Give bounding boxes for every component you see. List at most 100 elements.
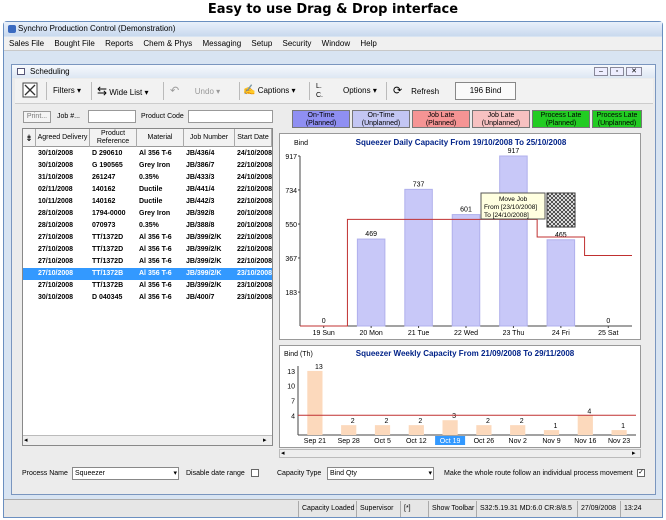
scroll-right-icon[interactable]: ▸	[263, 436, 267, 444]
col-product-reference[interactable]: Product Reference	[90, 129, 137, 147]
table-row[interactable]: 27/10/2008 TT/1372D Al 356 T-6 JB/399/2/K 22…	[23, 256, 272, 268]
disable-date-range-checkbox[interactable]	[251, 469, 259, 477]
close-button[interactable]: ✕	[626, 67, 642, 76]
table-row[interactable]: 28/10/2008 070973 0.35% JB/388/8 20/10/2008	[23, 220, 272, 232]
route-follow-checkbox[interactable]: ✓	[637, 469, 645, 477]
weekly-chart-scrollbar[interactable]: ◂ ▸	[279, 449, 641, 458]
x-tick-label[interactable]: Oct 19	[440, 438, 461, 445]
grid-scrollbar[interactable]: ◂ ▸	[23, 435, 272, 445]
x-tick-label[interactable]: Nov 2	[509, 438, 527, 445]
table-row[interactable]: 30/10/2008 D 040345 Al 356 T-6 JB/400/7 23/1…	[23, 292, 272, 304]
col-agreed-delivery[interactable]: Agreed Delivery	[36, 129, 90, 147]
options-button[interactable]: Options ▾	[343, 79, 377, 103]
refresh-button[interactable]: ⟳ Refresh	[393, 79, 439, 103]
menu-sales-file[interactable]: Sales File	[9, 39, 44, 48]
menu-window[interactable]: Window	[322, 39, 350, 48]
x-tick-label[interactable]: Oct 26	[474, 438, 495, 445]
legend-label: Process Late	[540, 112, 582, 119]
print-button[interactable]: Print...	[23, 111, 51, 123]
x-tick-label: 21 Tue	[408, 330, 430, 337]
x-tick-label[interactable]: Sep 21	[304, 438, 326, 445]
bar[interactable]	[442, 420, 458, 435]
menu-messaging[interactable]: Messaging	[202, 39, 241, 48]
undo-icon: ↶	[170, 85, 180, 97]
menu-security[interactable]: Security	[283, 39, 312, 48]
x-tick-label[interactable]: Nov 16	[574, 438, 596, 445]
minimize-button[interactable]: –	[594, 67, 608, 76]
wide-list-button[interactable]: ⇆ Wide List ▾	[97, 79, 148, 103]
bar[interactable]	[356, 238, 386, 327]
capacity-type-select[interactable]: Bind Qty ▾	[327, 467, 434, 480]
table-cell: Al 356 T-6	[139, 294, 172, 301]
col-start-date[interactable]: Start Date	[235, 129, 272, 147]
bar[interactable]	[404, 188, 433, 327]
menu-help[interactable]: Help	[360, 39, 376, 48]
scroll-left-icon[interactable]: ◂	[281, 449, 285, 457]
restore-button[interactable]: ▫	[610, 67, 624, 76]
table-cell: Ductile	[139, 198, 163, 205]
table-cell: 0.35%	[139, 222, 159, 229]
table-row[interactable]: 02/11/2008 140162 Ductile JB/441/4 22/10/200…	[23, 184, 272, 196]
bar[interactable]	[543, 430, 560, 435]
table-cell: Al 356 T-6	[139, 270, 172, 277]
bar[interactable]	[476, 425, 492, 435]
show-toolbar-button[interactable]: Show Toolbar	[428, 501, 474, 517]
menu-reports[interactable]: Reports	[105, 39, 133, 48]
scroll-left-icon[interactable]: ◂	[24, 436, 28, 444]
table-row[interactable]: 27/10/2008 TT/1372B Al 356 T-6 JB/399/2/K 23…	[23, 280, 272, 292]
legend-sublabel: (Planned)	[305, 120, 337, 127]
filters-button[interactable]: Filters ▾	[53, 79, 81, 103]
data-label: 2	[486, 418, 490, 425]
bar[interactable]	[408, 425, 424, 435]
bar[interactable]	[611, 430, 627, 435]
process-name-select[interactable]: Squeezer ▾	[72, 467, 179, 480]
bar[interactable]	[307, 370, 323, 435]
table-cell: TT/1372B	[92, 270, 124, 277]
menu-bought-file[interactable]: Bought File	[54, 39, 94, 48]
job-number-input[interactable]	[88, 110, 136, 123]
grid-header: ⇟ Agreed Delivery Product Reference Mate…	[23, 129, 272, 147]
col-job-number[interactable]: Job Number	[184, 129, 235, 147]
menu-bar: Sales File Bought File Reports Chem & Ph…	[4, 37, 662, 51]
table-row[interactable]: 27/10/2008 TT/1372D Al 356 T-6 JB/399/2/K 22…	[23, 232, 272, 244]
x-tick-label[interactable]: Sep 28	[338, 438, 360, 445]
table-row[interactable]: 30/10/2008 D 290610 Al 356 T-6 JB/436/4 24/1…	[23, 148, 272, 160]
y-tick-label: 367	[285, 256, 297, 263]
drag-ghost[interactable]	[546, 192, 576, 228]
y-axis-label: Bind	[294, 140, 308, 147]
bar[interactable]	[374, 425, 391, 435]
menu-setup[interactable]: Setup	[251, 39, 272, 48]
bar[interactable]	[510, 425, 526, 435]
table-row[interactable]: 30/10/2008 G 190565 Grey Iron JB/386/7 22/10…	[23, 160, 272, 172]
captions-button[interactable]: ✍ Captions ▾	[243, 79, 296, 103]
col-material[interactable]: Material	[137, 129, 184, 147]
bar[interactable]	[499, 155, 528, 327]
menu-chem-phys[interactable]: Chem & Phys	[143, 39, 192, 48]
table-cell: JB/441/4	[186, 186, 215, 193]
bar[interactable]	[577, 415, 593, 435]
bar[interactable]	[451, 214, 481, 327]
table-row[interactable]: 27/10/2008 TT/1372D Al 356 T-6 JB/399/2/K 22…	[23, 244, 272, 256]
schedule-tool-icon[interactable]	[21, 79, 41, 103]
bar[interactable]	[546, 239, 576, 327]
table-row[interactable]: 31/10/2008 261247 0.35% JB/433/3 24/10/2008	[23, 172, 272, 184]
x-tick-label: 25 Sat	[598, 330, 618, 337]
undo-button[interactable]: ↶ Undo ▾	[170, 79, 220, 103]
x-tick-label[interactable]: Nov 9	[542, 438, 560, 445]
scroll-right-icon[interactable]: ▸	[632, 449, 636, 457]
sort-icon[interactable]: ⇟	[23, 129, 36, 147]
table-row[interactable]: 27/10/2008 TT/1372B Al 356 T-6 JB/399/2/K 23…	[23, 268, 272, 280]
product-code-input[interactable]	[188, 110, 273, 123]
chevron-down-icon: ▾	[291, 86, 296, 95]
x-tick-label[interactable]: Oct 5	[374, 438, 391, 445]
table-cell: D 040345	[92, 294, 123, 301]
table-cell: JB/392/8	[186, 210, 215, 217]
table-row[interactable]: 10/11/2008 140162 Ductile JB/442/3 22/10/200…	[23, 196, 272, 208]
y-tick-label: 183	[285, 290, 297, 297]
x-tick-label[interactable]: Nov 23	[608, 438, 630, 445]
wide-list-label: Wide List	[109, 88, 143, 97]
bar[interactable]	[341, 425, 357, 435]
table-row[interactable]: 28/10/2008 1794-0000 Grey Iron JB/392/8 20/1…	[23, 208, 272, 220]
x-tick-label[interactable]: Oct 12	[406, 438, 427, 445]
table-cell: 20/10/2008	[237, 222, 272, 229]
